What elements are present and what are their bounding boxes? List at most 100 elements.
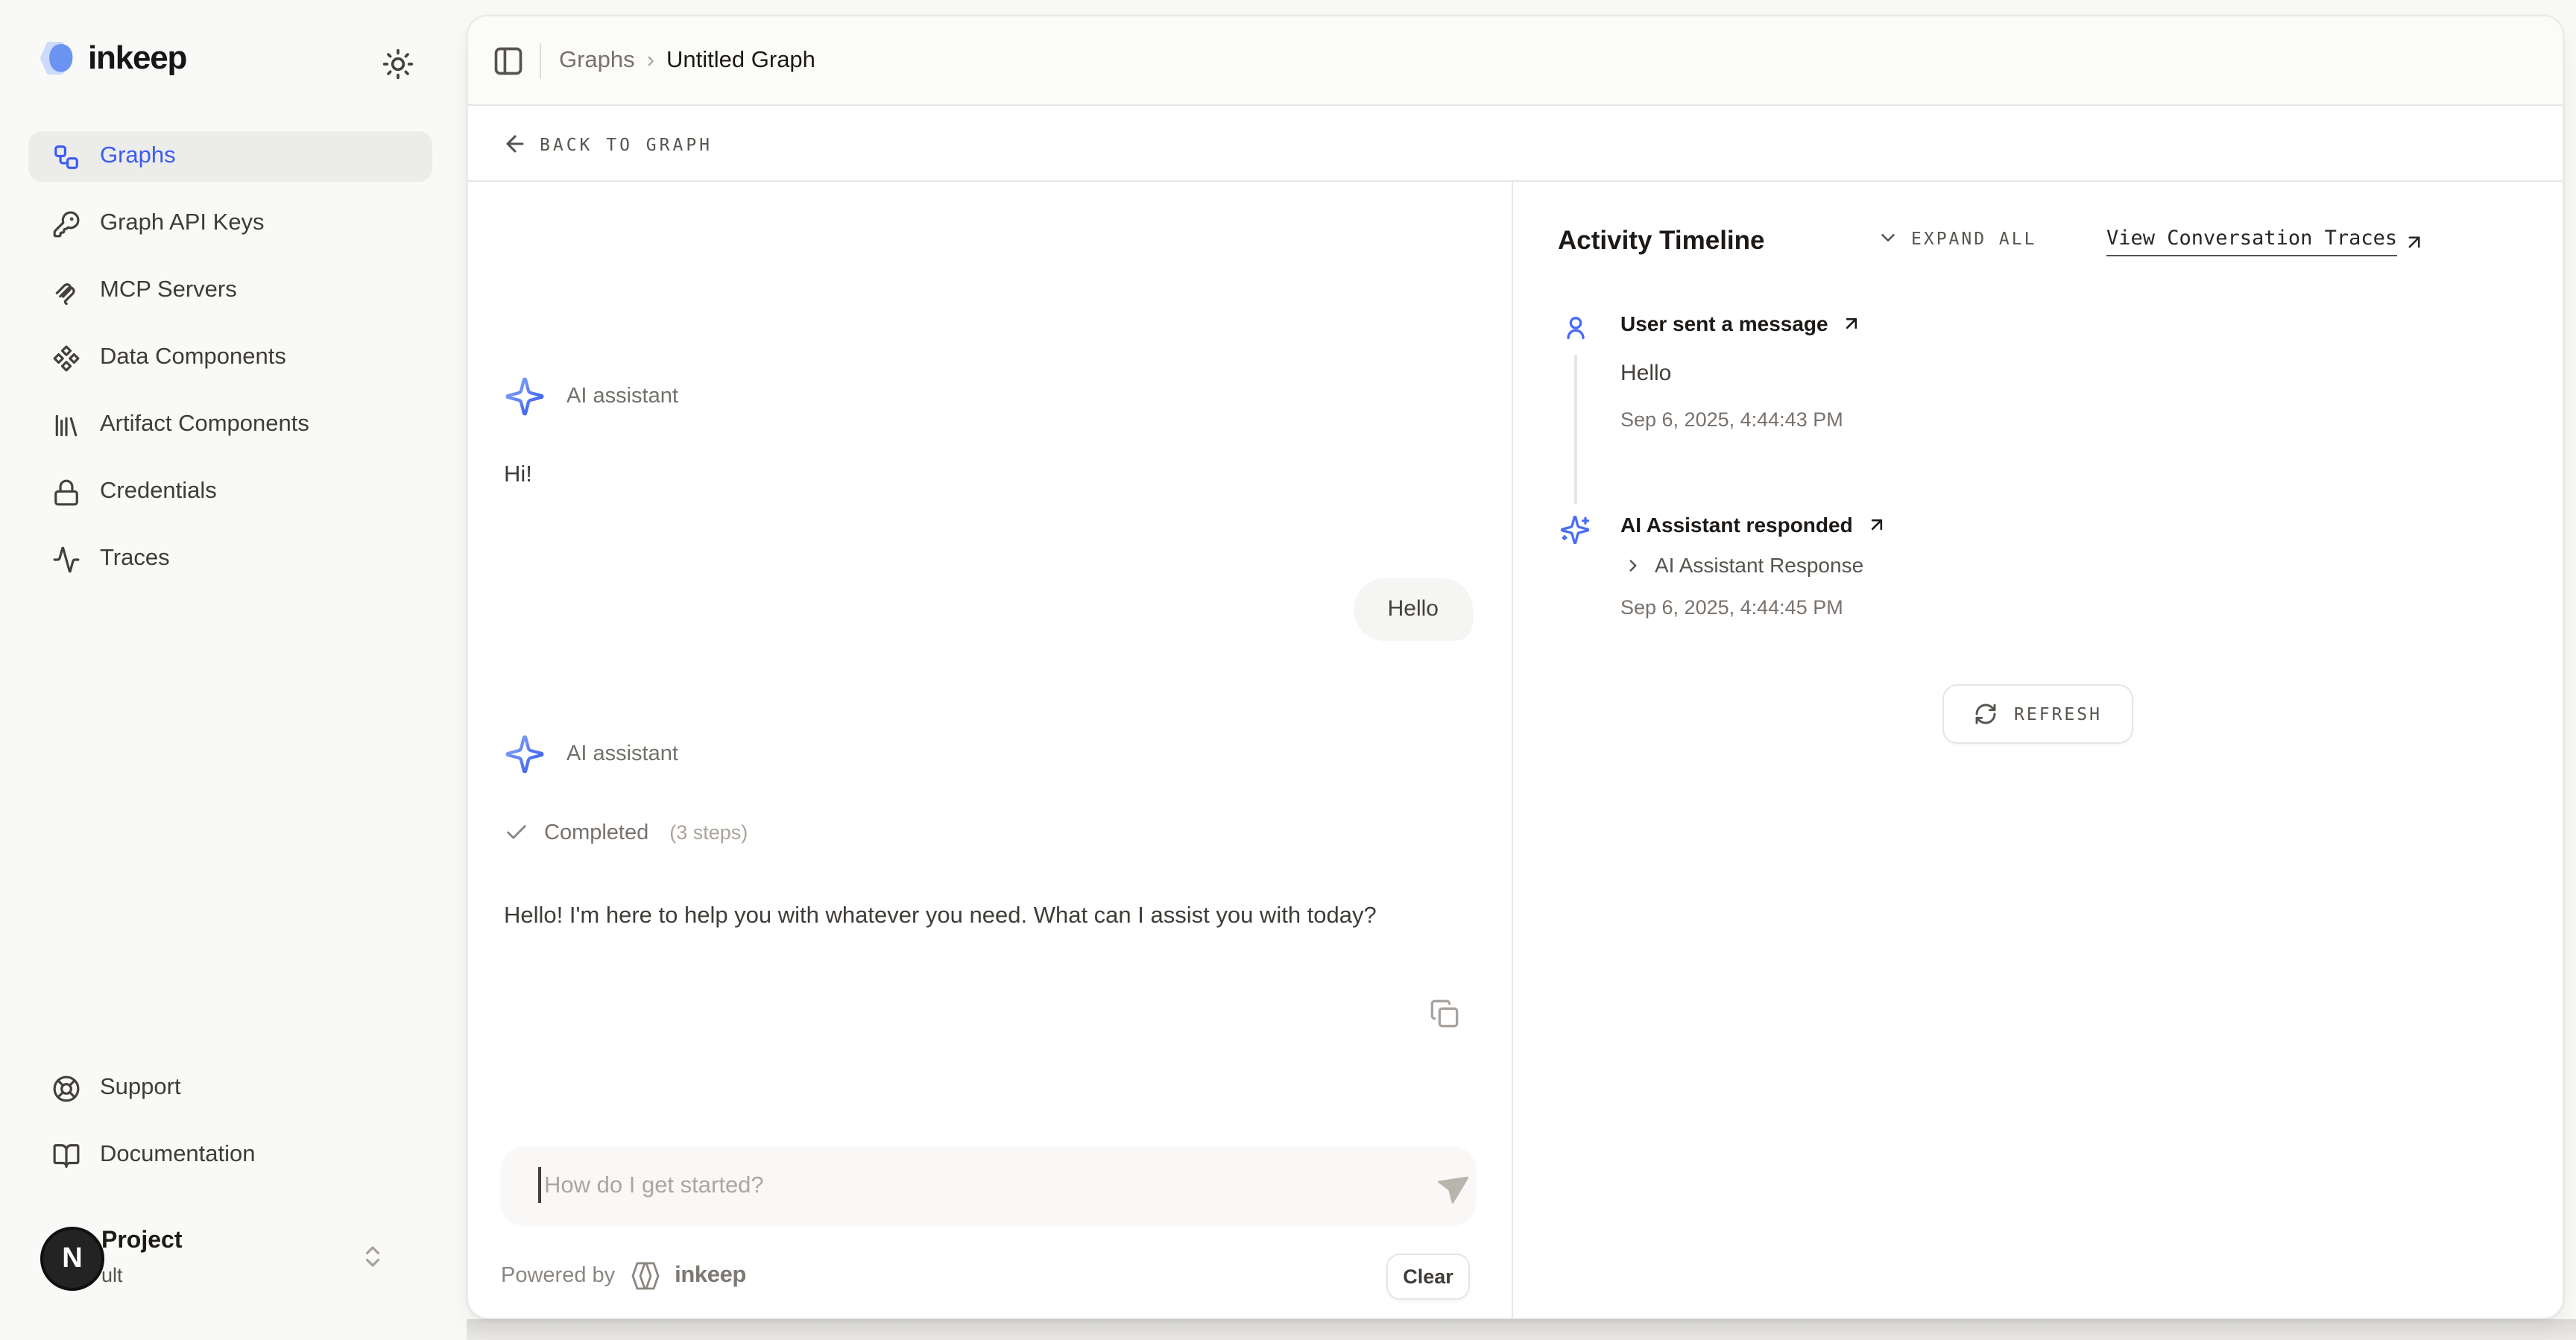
timeline-event-timestamp: Sep 6, 2025, 4:44:45 PM (1620, 596, 1843, 619)
sidebar-item-label: Graphs (100, 143, 176, 170)
sidebar-item-label: MCP Servers (100, 277, 237, 304)
timeline-event-timestamp: Sep 6, 2025, 4:44:43 PM (1620, 408, 1843, 431)
theme-toggle-button[interactable] (382, 46, 417, 82)
arrow-up-right-icon (1842, 313, 1863, 334)
view-traces-label: View Conversation Traces (2106, 227, 2397, 256)
sidebar-item-traces[interactable]: Traces (28, 534, 432, 584)
avatar: N (40, 1227, 104, 1291)
status-steps: (3 steps) (669, 821, 748, 844)
inkeep-mark-icon (625, 1260, 664, 1292)
project-subtitle: ult (101, 1264, 123, 1286)
sidebar-item-label: Support (100, 1075, 181, 1102)
sun-icon (382, 48, 417, 80)
powered-by-label: Powered by (501, 1264, 615, 1288)
timeline-title: Activity Timeline (1558, 225, 1765, 256)
sidebar-footer: Support Documentation (28, 1063, 432, 1197)
user-message-bubble: Hello (1354, 578, 1473, 641)
workflow-icon (52, 142, 80, 171)
arrow-up-right-icon (1866, 514, 1887, 535)
inkeep-logo[interactable]: inkeep (37, 39, 186, 78)
project-switcher[interactable]: N Project ult (28, 1219, 432, 1303)
chat-input[interactable] (541, 1146, 1397, 1227)
component-icon (52, 344, 80, 372)
sidebar-item-documentation[interactable]: Documentation (28, 1130, 432, 1181)
sidebar-item-label: Graph API Keys (100, 210, 265, 237)
copy-message-button[interactable] (1430, 997, 1462, 1030)
powered-by[interactable]: Powered by inkeep (501, 1260, 746, 1292)
app-root: inkeep Graphs (0, 0, 2576, 1340)
logo-wordmark: inkeep (88, 39, 186, 78)
check-icon (504, 820, 529, 845)
user-icon (1561, 313, 1591, 343)
sparkles-icon (504, 376, 546, 417)
chat-panel: AI assistant Hi! Hello AI assistant (468, 182, 1513, 1319)
sidebar-item-label: Credentials (100, 478, 217, 505)
top-bar: Graphs › Untitled Graph (468, 16, 2563, 106)
sidebar-item-mcp-servers[interactable]: MCP Servers (28, 265, 432, 316)
breadcrumb: Graphs › Untitled Graph (559, 16, 815, 104)
sidebar-item-credentials[interactable]: Credentials (28, 467, 432, 517)
mcp-icon (52, 276, 80, 305)
powered-by-brand: inkeep (675, 1262, 746, 1289)
sparkles-icon (1559, 514, 1591, 546)
project-title: Project (101, 1228, 183, 1255)
send-button[interactable] (1439, 1167, 1474, 1203)
send-icon (1432, 1160, 1482, 1210)
back-to-graph-button[interactable]: BACK TO GRAPH (493, 122, 722, 165)
sidebar-item-label: Artifact Components (100, 411, 309, 438)
chevron-down-icon (1877, 227, 1899, 249)
main-card: Graphs › Untitled Graph BACK TO GRAPH (467, 15, 2564, 1319)
assistant-label: AI assistant (566, 385, 678, 408)
page-bottom-edge (467, 1319, 2576, 1340)
view-conversation-traces-link[interactable]: View Conversation Traces (2106, 227, 2425, 256)
timeline-event-title[interactable]: AI Assistant responded (1620, 513, 1887, 537)
refresh-icon (1974, 702, 1998, 726)
back-to-graph-label: BACK TO GRAPH (540, 133, 713, 154)
sidebar-item-artifact-components[interactable]: Artifact Components (28, 399, 432, 450)
clear-button[interactable]: Clear (1386, 1254, 1470, 1300)
sidebar-item-label: Traces (100, 546, 170, 572)
back-toolbar: BACK TO GRAPH (468, 106, 2563, 182)
timeline-event-title[interactable]: User sent a message (1620, 312, 1863, 335)
assistant-message-text: Hello! I'm here to help you with whateve… (504, 897, 1470, 937)
assistant-message-header: AI assistant (504, 376, 678, 417)
completion-status[interactable]: Completed (3 steps) (504, 820, 748, 845)
arrow-left-icon (502, 131, 528, 157)
status-label: Completed (544, 821, 648, 844)
sidebar-item-label: Documentation (100, 1142, 256, 1169)
inkeep-logo-icon (37, 39, 78, 78)
header-divider (540, 43, 541, 79)
breadcrumb-graphs[interactable]: Graphs (559, 47, 635, 74)
sidebar-toggle-button[interactable] (492, 45, 525, 78)
expand-all-label: EXPAND ALL (1911, 227, 2037, 248)
assistant-message-header: AI assistant (504, 733, 678, 775)
assistant-response-expander[interactable]: AI Assistant Response (1623, 553, 1863, 577)
assistant-message-text: Hi! (504, 456, 532, 496)
key-icon (52, 209, 80, 238)
arrow-up-right-icon (2403, 230, 2425, 253)
content-area: AI assistant Hi! Hello AI assistant (468, 182, 2563, 1319)
breadcrumb-page-title: Untitled Graph (666, 47, 815, 74)
activity-icon (52, 545, 80, 573)
sidebar-item-graph-api-keys[interactable]: Graph API Keys (28, 198, 432, 249)
book-open-icon (52, 1141, 80, 1169)
refresh-button[interactable]: REFRESH (1942, 684, 2133, 744)
chevrons-up-down-icon (359, 1243, 386, 1270)
sidebar-item-graphs[interactable]: Graphs (28, 131, 432, 182)
sidebar-item-support[interactable]: Support (28, 1063, 432, 1113)
sparkles-icon (504, 733, 546, 775)
timeline-connector (1574, 355, 1576, 504)
sidebar-item-data-components[interactable]: Data Components (28, 332, 432, 383)
sidebar-item-label: Data Components (100, 344, 286, 371)
lock-icon (52, 478, 80, 506)
assistant-label: AI assistant (566, 742, 678, 766)
timeline-event-body: Hello (1620, 361, 1671, 386)
avatar-letter: N (62, 1242, 82, 1275)
activity-timeline-panel: Activity Timeline EXPAND ALL View Conver… (1513, 182, 2563, 1319)
expand-all-button[interactable]: EXPAND ALL (1877, 227, 2037, 249)
text-caret (538, 1167, 540, 1203)
copy-icon (1430, 999, 1462, 1028)
refresh-label: REFRESH (2014, 704, 2102, 724)
breadcrumb-separator: › (647, 47, 654, 74)
sidebar-nav: Graphs Graph API Keys MC (28, 131, 432, 601)
